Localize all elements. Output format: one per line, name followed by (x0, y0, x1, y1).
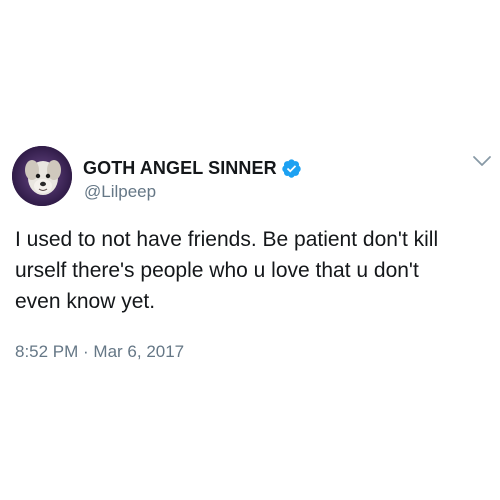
tweet-text-line: even know yet. (15, 290, 156, 313)
chevron-down-icon[interactable] (472, 154, 492, 168)
tweet-text-line: urself there's people who u love that u … (15, 259, 419, 282)
author-display-name[interactable]: GOTH ANGEL SINNER (83, 158, 302, 179)
avatar[interactable] (12, 146, 72, 206)
tweet-timestamp[interactable]: 8:52 PM · Mar 6, 2017 (15, 342, 184, 362)
tweet-card: GOTH ANGEL SINNER @Lilpeep I used to not… (0, 0, 500, 500)
display-name-text[interactable]: GOTH ANGEL SINNER (83, 158, 277, 179)
verified-badge-icon (282, 159, 301, 178)
avatar-dog-photo-icon (12, 146, 72, 206)
tweet-text-line: I used to not have friends. Be patient d… (15, 228, 439, 251)
tweet-text: I used to not have friends. Be patient d… (15, 224, 485, 317)
author-handle[interactable]: @Lilpeep (84, 182, 156, 202)
